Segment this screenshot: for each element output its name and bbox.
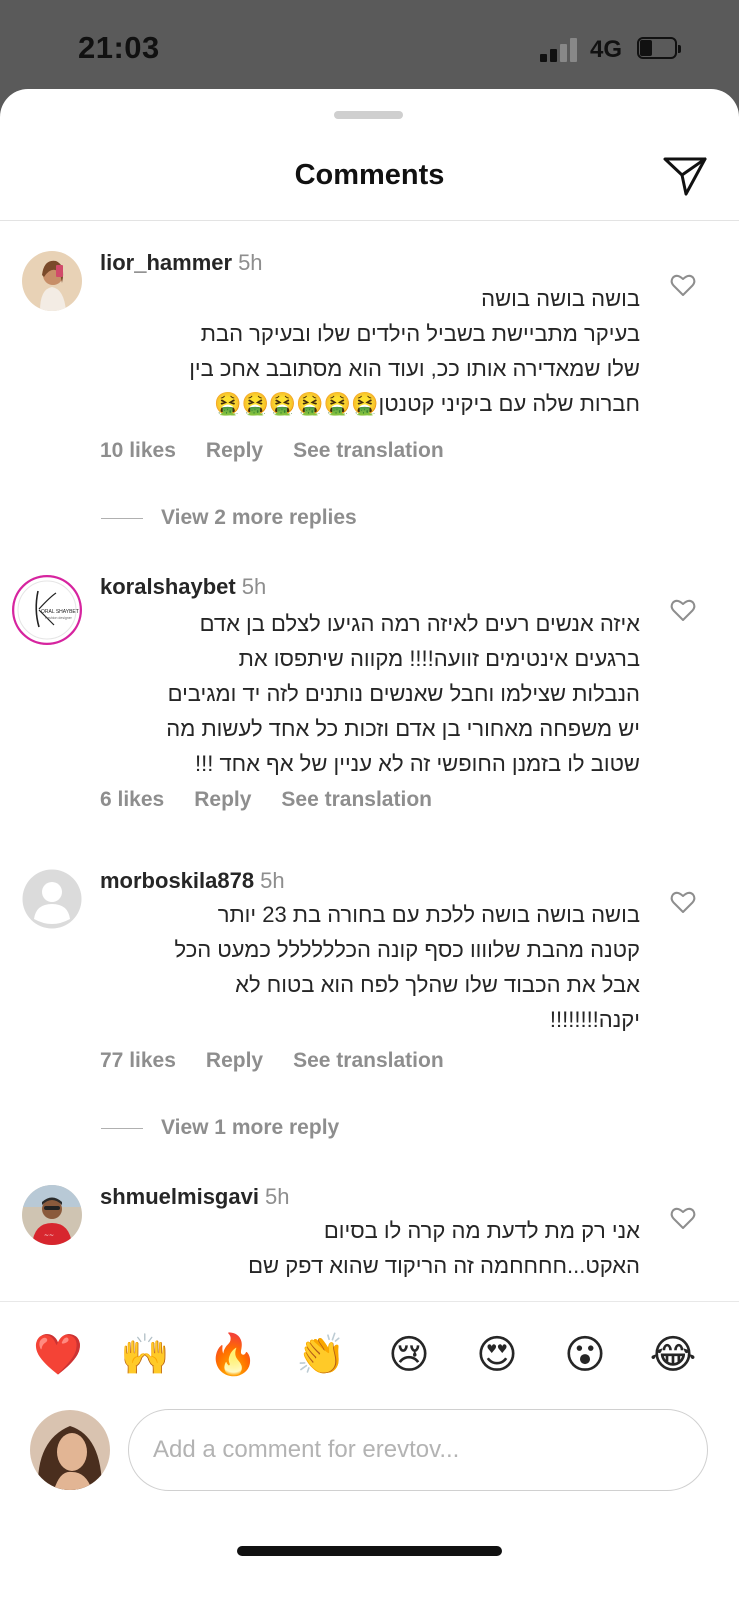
view-replies-button[interactable]: View 2 more replies (101, 506, 357, 530)
comment-line: קטנה מהבת שלוווו כסף קונה הכלללללל כמעט … (174, 937, 640, 962)
comment-line: שטוב לו בזמנן החופשי זה לא עניין של אף א… (195, 751, 640, 776)
home-indicator[interactable] (237, 1546, 502, 1556)
timestamp: 5h (241, 574, 267, 599)
comment-line: הנבלות שצילמו וחבל שאנשים נותנים לזה יד … (167, 681, 640, 706)
reaction-heart[interactable]: ❤️ (33, 1330, 83, 1380)
avatar[interactable]: ~~ (22, 1185, 82, 1245)
network-type: 4G (590, 36, 623, 63)
my-avatar (30, 1410, 110, 1490)
timestamp: 5h (260, 868, 285, 893)
comment-text: בושה בושה בושה בעיקר מתביישת בשביל הילדי… (100, 281, 640, 421)
comment-line: בושה בושה בושה ללכת עם בחורה בת 23 יותר (217, 902, 640, 927)
view-replies-button[interactable]: View 1 more reply (101, 1116, 339, 1140)
status-bar: 21:03 4G (0, 0, 739, 100)
reaction-clap[interactable]: 👏 (296, 1330, 346, 1380)
comment-header: koralshaybet 5h (100, 573, 266, 601)
reaction-crying[interactable]: 😢 (384, 1330, 434, 1380)
comment-line: בושה בושה בושה (481, 286, 640, 311)
avatar[interactable]: ORAL SHAYBET Fashion designer (12, 575, 82, 645)
timestamp: 5h (264, 1184, 290, 1209)
avatar-logo-text: ORAL SHAYBET (41, 609, 79, 615)
comment-line: חברות שלה עם ביקיני קטנטן🤮🤮🤮🤮🤮🤮 (214, 391, 640, 416)
comment-text: אני רק מת לדעת מה קרה לו בסיום האקט...חח… (100, 1213, 640, 1283)
reaction-laughing[interactable]: 😂 (648, 1330, 698, 1380)
see-translation-button[interactable]: See translation (293, 1049, 444, 1073)
share-icon[interactable] (662, 155, 708, 197)
likes-count[interactable]: 77 likes (100, 1049, 176, 1073)
comment-line: אני רק מת לדעת מה קרה לו בסיום (323, 1218, 640, 1243)
reply-button[interactable]: Reply (206, 1049, 263, 1073)
likes-count[interactable]: 6 likes (100, 788, 164, 812)
comment-line: אבל את הכבוד שלו שהלך לפח הוא בטוח לא (235, 972, 640, 997)
comment-text: איזה אנשים רעים לאיזה רמה הגיעו לצלם בן … (100, 606, 640, 781)
battery-icon (637, 37, 683, 61)
quick-reactions: ❤️ 🙌 🔥 👏 😢 😍 😮 😂 (0, 1330, 739, 1380)
comment-line: יקנה!!!!!!!! (549, 1007, 640, 1032)
heart-icon[interactable] (670, 1206, 696, 1230)
comment-header: lior_hammer 5h (100, 249, 263, 277)
comment-text: בושה בושה בושה ללכת עם בחורה בת 23 יותר … (100, 897, 640, 1037)
reaction-raised-hands[interactable]: 🙌 (120, 1330, 170, 1380)
comment-line: שלו שמאדירה אותו ככ, ועוד הוא מסתובב אחכ… (189, 356, 640, 381)
status-time: 21:03 (78, 30, 160, 65)
reaction-fire[interactable]: 🔥 (208, 1330, 258, 1380)
comment-header: morboskila878 5h (100, 867, 285, 895)
comment-input[interactable] (128, 1409, 708, 1491)
heart-icon[interactable] (670, 598, 696, 622)
likes-count[interactable]: 10 likes (100, 439, 176, 463)
comment-line: ברגעים אינטימים זוועה!!!! מקווה שיתפסו א… (238, 646, 640, 671)
svg-text:~~: ~~ (44, 1232, 54, 1239)
replies-divider (101, 517, 143, 519)
avatar[interactable] (22, 869, 82, 929)
comment-line: יש משפחה מאחורי בן אדם וזכות כל אחד לעשו… (166, 716, 640, 741)
comment-line: בעיקר מתביישת בשביל הילדים שלו ובעיקר הב… (200, 321, 640, 346)
reply-button[interactable]: Reply (194, 788, 251, 812)
username[interactable]: morboskila878 (100, 868, 254, 893)
header-divider (0, 220, 739, 221)
reaction-surprised[interactable]: 😮 (560, 1330, 610, 1380)
timestamp: 5h (238, 250, 263, 275)
comment-line: איזה אנשים רעים לאיזה רמה הגיעו לצלם בן … (199, 611, 640, 636)
cellular-signal-icon (540, 36, 582, 62)
avatar[interactable] (22, 251, 82, 311)
heart-icon[interactable] (670, 890, 696, 914)
comment-actions: 77 likes Reply See translation (100, 1049, 474, 1073)
comment-actions: 6 likes Reply See translation (100, 788, 462, 812)
comment-header: shmuelmisgavi 5h (100, 1183, 289, 1211)
view-replies-label: View 2 more replies (161, 506, 357, 529)
comment-line: האקט...חחחחמה זה הריקוד שהוא דפק שם (248, 1253, 640, 1278)
username[interactable]: koralshaybet (100, 574, 236, 599)
username[interactable]: shmuelmisgavi (100, 1184, 259, 1209)
username[interactable]: lior_hammer (100, 250, 232, 275)
see-translation-button[interactable]: See translation (281, 788, 432, 812)
view-replies-label: View 1 more reply (161, 1116, 340, 1139)
reply-button[interactable]: Reply (206, 439, 263, 463)
heart-icon[interactable] (670, 273, 696, 297)
replies-divider (101, 1127, 143, 1129)
see-translation-button[interactable]: See translation (293, 439, 444, 463)
drag-handle[interactable] (334, 111, 403, 119)
avatar-logo-subtext: Fashion designer (45, 616, 73, 620)
comment-actions: 10 likes Reply See translation (100, 439, 474, 463)
page-title: Comments (294, 159, 445, 191)
comments-sheet: Comments lior_hammer 5h בושה בושה בושה בע… (0, 89, 739, 1600)
reaction-heart-eyes[interactable]: 😍 (472, 1330, 522, 1380)
